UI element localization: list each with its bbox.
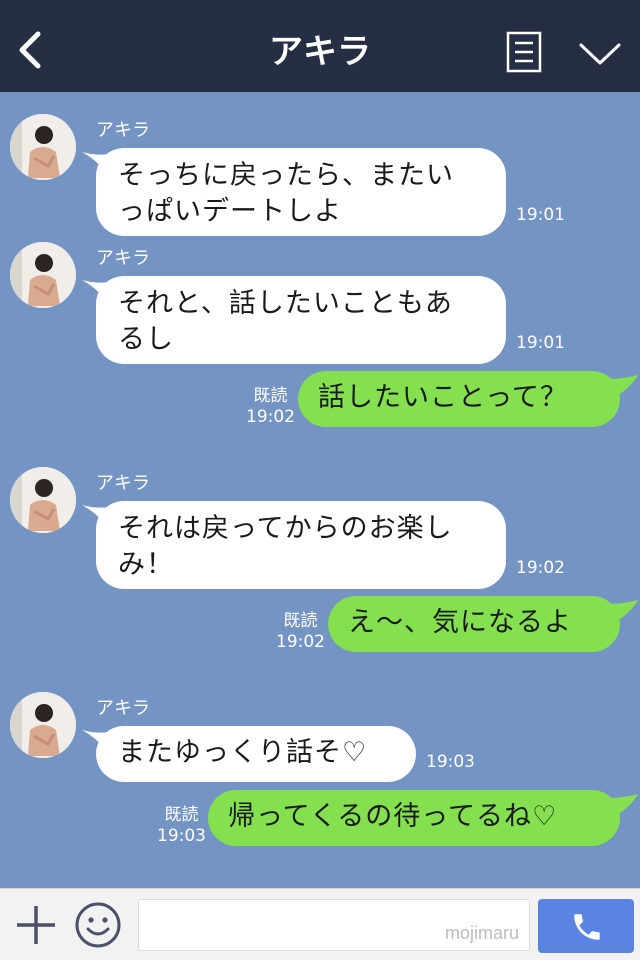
bubble-tail	[608, 600, 638, 624]
avatar[interactable]	[10, 692, 76, 758]
chat-header: アキラ	[0, 0, 640, 92]
message-text: 帰ってくるの待ってるね♡	[228, 801, 558, 832]
read-status: 既読	[283, 611, 318, 631]
sender-name: アキラ	[96, 120, 150, 141]
chevron-down-icon[interactable]	[578, 40, 622, 68]
message-text-line: またゆっくり話そ♡	[118, 737, 368, 768]
read-receipt: 既読 19:02	[276, 611, 325, 653]
phone-icon	[574, 914, 600, 940]
message-time: 19:02	[246, 407, 295, 427]
read-status: 既読	[164, 805, 199, 825]
message-text: え〜、気になるよ	[348, 607, 572, 638]
avatar[interactable]	[10, 242, 76, 308]
message-time: 19:03	[426, 752, 475, 772]
note-menu-icon[interactable]	[506, 31, 542, 73]
read-receipt: 既読 19:02	[246, 386, 295, 428]
chat-title: アキラ	[269, 32, 371, 72]
message-time: 19:01	[516, 205, 565, 225]
sender-name: アキラ	[96, 473, 150, 494]
sender-name: アキラ	[96, 698, 150, 719]
message-text-line: それと、話したいこともあ	[118, 288, 453, 319]
message-bubble[interactable]: そっちに戻ったら、またい っぱいデートしよ	[96, 148, 506, 236]
message-bubble[interactable]: それと、話したいこともあ るし	[96, 276, 506, 364]
message-text-line: っぱいデートしよ	[118, 196, 342, 227]
bubble-tail	[608, 794, 638, 818]
message-bubble[interactable]: 話したいことって？	[298, 371, 620, 427]
message-bubble[interactable]: それは戻ってからのお楽し み！	[96, 501, 506, 589]
watermark: mojimaru	[444, 923, 519, 943]
message-bubble[interactable]: 帰ってくるの待ってるね♡	[208, 790, 620, 846]
sender-name: アキラ	[96, 248, 150, 269]
message-bubble[interactable]: え〜、気になるよ	[328, 596, 620, 652]
message-text-line: そっちに戻ったら、またい	[118, 160, 454, 191]
message-input[interactable]: mojimaru	[138, 899, 530, 951]
avatar[interactable]	[10, 467, 76, 533]
plus-icon[interactable]	[14, 903, 58, 947]
bubble-tail	[608, 375, 638, 399]
message-time: 19:01	[516, 333, 565, 353]
message-text: 話したいことって？	[318, 382, 568, 413]
message-bubble[interactable]: またゆっくり話そ♡	[96, 726, 416, 782]
smiley-icon[interactable]	[74, 901, 122, 949]
message-text-line: るし	[118, 324, 174, 355]
chat-messages[interactable]: アキラ そっちに戻ったら、またい っぱいデートしよ 19:01 アキラ それと、…	[0, 92, 640, 888]
read-receipt: 既読 19:03	[157, 805, 206, 847]
read-status: 既読	[253, 386, 288, 406]
message-time: 19:03	[157, 826, 206, 846]
message-text-line: み！	[118, 549, 174, 580]
message-time: 19:02	[516, 558, 565, 578]
message-time: 19:02	[276, 632, 325, 652]
message-text-line: それは戻ってからのお楽し	[118, 513, 453, 544]
call-button[interactable]	[538, 899, 634, 953]
avatar[interactable]	[10, 114, 76, 180]
input-bar: mojimaru	[0, 888, 640, 960]
